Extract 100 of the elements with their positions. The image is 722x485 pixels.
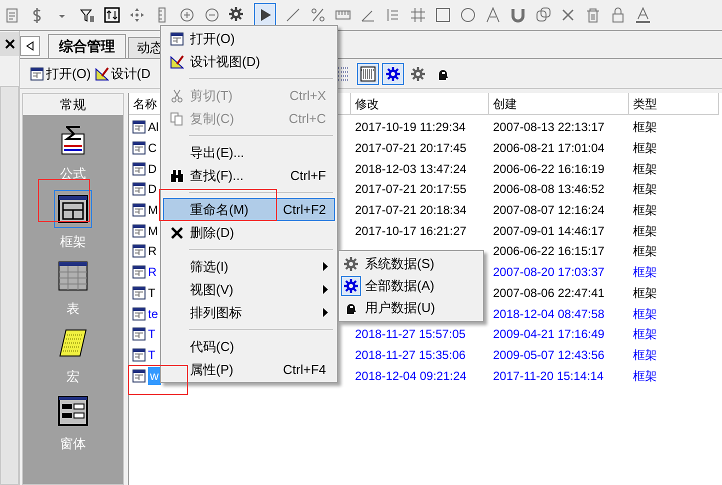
sidebar-label: 公式 [60, 165, 86, 183]
menu-item[interactable]: 排列图标 [163, 301, 335, 324]
table-cell: 2009-04-21 17:16:49 [493, 327, 604, 342]
document-icon[interactable] [4, 7, 20, 23]
table-cell: 2017-10-17 16:21:27 [355, 224, 466, 238]
menu-item[interactable]: 属性(P) Ctrl+F4 [163, 358, 335, 381]
filter-button[interactable] [382, 62, 404, 84]
table-cell: 2018-11-27 15:57:05 [355, 327, 466, 342]
design-icon [94, 66, 109, 80]
text-tool-icon[interactable] [485, 7, 501, 23]
column-header[interactable]: 类型 [629, 93, 719, 115]
menu-item[interactable]: 筛选(I) [163, 255, 335, 278]
row-name[interactable]: T [148, 346, 156, 364]
menu-item[interactable]: 用户数据(U) [341, 297, 481, 319]
table-cell: 2007-08-06 22:47:41 [493, 286, 604, 300]
row-name[interactable]: R [148, 242, 157, 260]
list-view-icon [335, 66, 351, 82]
settings-icon[interactable] [229, 7, 245, 23]
sort-icon[interactable] [104, 7, 120, 23]
row-name[interactable]: M [148, 201, 158, 220]
table-cell: 2006-08-21 17:01:04 [493, 141, 604, 156]
table-cell: 框架 [633, 306, 657, 321]
head-icon [344, 301, 358, 315]
table-cell: 2006-06-22 16:15:17 [493, 244, 604, 258]
delete-icon[interactable] [560, 7, 576, 23]
row-name[interactable]: T [148, 284, 156, 302]
copy-shape-icon[interactable] [535, 7, 551, 23]
menu-item[interactable]: 查找(F)... Ctrl+F [163, 164, 335, 187]
rectangle-icon[interactable] [435, 7, 451, 23]
grid-view-icon [360, 66, 376, 82]
menu-item[interactable]: 视图(V) [163, 278, 335, 301]
view-button[interactable] [357, 62, 379, 84]
menu-item[interactable]: 系统数据(S) [341, 253, 481, 275]
tab[interactable]: 综合管理 [48, 34, 126, 58]
menu-item[interactable]: 代码(C) [163, 335, 335, 358]
scroll-left-icon[interactable] [26, 41, 34, 51]
table-cell: 2007-08-07 12:16:24 [493, 203, 604, 218]
table-cell: 2009-05-07 12:43:56 [493, 348, 604, 362]
row-name[interactable]: C [148, 139, 157, 158]
copy-icon [170, 112, 184, 126]
column-header[interactable]: 创建 [489, 93, 629, 115]
form-file-icon [132, 141, 146, 156]
toolbar-button[interactable]: 打开(O) [30, 62, 91, 84]
row-name[interactable]: Al [148, 118, 159, 136]
filter-icon[interactable] [79, 7, 95, 23]
table-cell: 2007-08-20 17:03:37 [493, 265, 604, 280]
form-file-icon [132, 162, 146, 176]
form-file-icon [132, 224, 146, 238]
table-cell: 2017-10-19 11:29:34 [355, 120, 466, 134]
table-cell: 框架 [633, 327, 657, 342]
submenu-arrow-icon [323, 308, 328, 317]
trash-icon[interactable] [585, 7, 601, 23]
table-cell: 2007-08-13 22:13:17 [493, 120, 604, 134]
scissors-icon [170, 88, 184, 102]
row-name[interactable]: D [148, 180, 157, 198]
table-cell: 2017-07-21 20:17:55 [355, 182, 466, 196]
table-cell: 2007-09-01 14:46:17 [493, 224, 604, 238]
table-cell: 2017-11-20 15:14:14 [493, 368, 604, 383]
row-name[interactable]: M [148, 222, 158, 240]
table-cell: 框架 [633, 348, 657, 362]
table-cell: 框架 [633, 368, 657, 383]
menu-item[interactable]: 全部数据(A) [341, 275, 481, 297]
row-name[interactable]: T [148, 325, 156, 344]
line-icon[interactable] [285, 7, 301, 23]
lock-icon[interactable] [610, 7, 626, 23]
pointer-icon[interactable] [259, 8, 271, 22]
zoom-out-icon[interactable] [204, 7, 220, 23]
row-name[interactable]: te [148, 304, 158, 323]
percent-icon[interactable] [310, 7, 326, 23]
binoculars-icon [170, 168, 184, 182]
toolbar-button[interactable]: 设计(D [94, 62, 150, 84]
table-cell: 框架 [633, 244, 657, 258]
align-icon[interactable] [385, 7, 401, 23]
menu-item[interactable]: 删除(D) [163, 221, 335, 244]
move-icon[interactable] [129, 7, 145, 23]
form-file-icon [132, 368, 146, 383]
table-cell: 框架 [633, 141, 657, 156]
grid-icon[interactable] [410, 7, 426, 23]
circle-icon[interactable] [460, 7, 476, 23]
highlight-frame [38, 179, 90, 222]
column-header[interactable]: 修改 [351, 93, 489, 115]
scrollbar[interactable] [0, 86, 19, 485]
magnet-icon[interactable] [510, 7, 526, 23]
table-cell: 2017-07-21 20:17:45 [355, 141, 466, 156]
delete-icon [170, 226, 184, 240]
sidebar-label: 宏 [66, 368, 80, 386]
table-cell: 框架 [633, 265, 657, 280]
close-icon[interactable] [4, 39, 14, 49]
row-name[interactable]: R [148, 263, 157, 282]
form-file-icon [132, 265, 146, 280]
font-color-icon[interactable] [635, 7, 651, 23]
table-cell: 2006-08-08 13:46:52 [493, 182, 604, 196]
menu-item[interactable]: 导出(E)... [163, 141, 335, 164]
menu-item[interactable]: 重命名(M) Ctrl+F2 [163, 198, 335, 221]
row-name[interactable]: D [148, 160, 157, 178]
table-cell: 2018-11-27 15:35:06 [355, 348, 466, 362]
zoom-in-icon[interactable] [179, 7, 195, 23]
table-cell: 2018-12-03 13:47:24 [355, 162, 466, 176]
sidebar-label: 窗体 [60, 435, 86, 453]
sidebar-button[interactable] [54, 190, 92, 228]
